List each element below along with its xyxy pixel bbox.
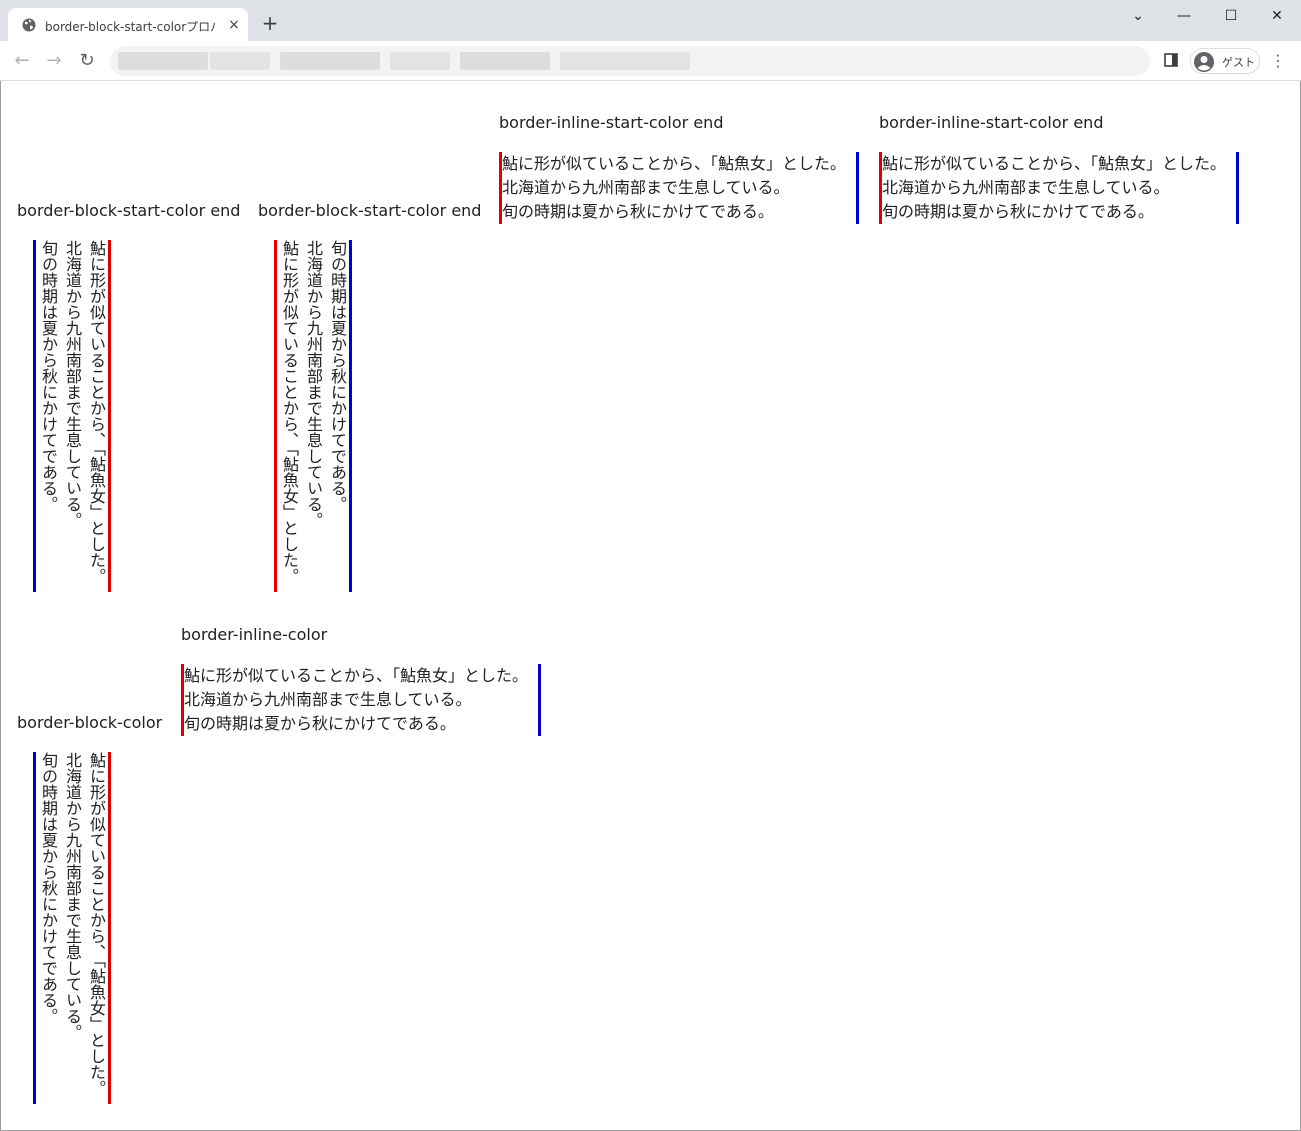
side-panel-icon[interactable]	[1164, 53, 1178, 67]
text-line: 北海道から九州南部まで生息している。	[304, 240, 323, 528]
kebab-menu-icon[interactable]: ⋮	[1270, 51, 1286, 71]
text-line: 鮎に形が似ていることから、「鮎魚女」とした。	[184, 666, 529, 685]
horizontal-text-box: 鮎に形が似ていることから、「鮎魚女」とした。 北海道から九州南部まで生息している…	[879, 152, 1239, 224]
new-tab-button[interactable]: +	[261, 13, 279, 33]
address-bar[interactable]	[110, 46, 1150, 76]
text-line: 鮎に形が似ていることから、「鮎魚女」とした。	[87, 752, 106, 1096]
globe-icon	[22, 18, 36, 32]
text-line: 旬の時期は夏から秋にかけてである。	[184, 714, 456, 733]
tab-search-icon[interactable]: ⌄	[1118, 4, 1158, 28]
text-line: 旬の時期は夏から秋にかけてである。	[502, 202, 774, 221]
vertical-text-box: 鮎に形が似ていることから、「鮎魚女」とした。 北海道から九州南部まで生息している…	[33, 240, 111, 592]
text-line: 旬の時期は夏から秋にかけてである。	[882, 202, 1154, 221]
tab-strip: border-block-start-colorプロパティ × + ⌄ — ☐ …	[0, 0, 1301, 41]
blurred-url-segment	[390, 52, 450, 70]
blurred-url-segment	[118, 52, 208, 70]
vertical-text-box: 鮎に形が似ていることから、「鮎魚女」とした。 北海道から九州南部まで生息している…	[33, 752, 111, 1104]
profile-button[interactable]: ゲスト	[1190, 48, 1260, 74]
forward-button[interactable]: →	[43, 50, 65, 72]
blurred-url-segment	[210, 52, 270, 70]
horizontal-text-box: 鮎に形が似ていることから、「鮎魚女」とした。 北海道から九州南部まで生息している…	[181, 664, 541, 736]
text-line: 北海道から九州南部まで生息している。	[502, 178, 790, 197]
example-heading: border-inline-start-color end	[499, 113, 724, 132]
tab-title: border-block-start-colorプロパティ	[45, 20, 217, 34]
minimize-button[interactable]: —	[1164, 4, 1204, 28]
vertical-text-box: 鮎に形が似ていることから、「鮎魚女」とした。 北海道から九州南部まで生息している…	[274, 240, 352, 592]
text-line: 旬の時期は夏から秋にかけてである。	[39, 240, 58, 512]
blurred-url-segment	[460, 52, 550, 70]
close-tab-icon[interactable]: ×	[226, 17, 242, 33]
text-line: 鮎に形が似ていることから、「鮎魚女」とした。	[280, 240, 299, 584]
example-heading: border-block-color	[17, 713, 163, 732]
text-line: 旬の時期は夏から秋にかけてである。	[39, 752, 58, 1024]
text-line: 北海道から九州南部まで生息している。	[63, 752, 82, 1040]
text-line: 鮎に形が似ていることから、「鮎魚女」とした。	[882, 154, 1227, 173]
example-heading: border-block-start-color end	[17, 201, 241, 220]
active-tab[interactable]: border-block-start-colorプロパティ ×	[8, 8, 248, 41]
text-line: 鮎に形が似ていることから、「鮎魚女」とした。	[87, 240, 106, 584]
example-heading: border-block-start-color end	[258, 201, 482, 220]
example-heading: border-inline-start-color end	[879, 113, 1104, 132]
browser-toolbar: ← → ↻ ゲスト ⋮	[0, 41, 1301, 81]
blurred-url-segment	[560, 52, 690, 70]
close-window-button[interactable]: ✕	[1257, 4, 1297, 28]
reload-button[interactable]: ↻	[76, 50, 98, 72]
avatar-icon	[1194, 52, 1214, 72]
text-line: 北海道から九州南部まで生息している。	[184, 690, 472, 709]
text-line: 鮎に形が似ていることから、「鮎魚女」とした。	[502, 154, 847, 173]
horizontal-text-box: 鮎に形が似ていることから、「鮎魚女」とした。 北海道から九州南部まで生息している…	[499, 152, 859, 224]
maximize-button[interactable]: ☐	[1211, 4, 1251, 28]
page-content: border-block-start-color end 鮎に形が似ていることか…	[0, 81, 1299, 1130]
blurred-url-segment	[280, 52, 380, 70]
example-heading: border-inline-color	[181, 625, 328, 644]
text-line: 北海道から九州南部まで生息している。	[63, 240, 82, 528]
back-button[interactable]: ←	[11, 50, 33, 72]
text-line: 旬の時期は夏から秋にかけてである。	[328, 240, 347, 512]
text-line: 北海道から九州南部まで生息している。	[882, 178, 1170, 197]
profile-label: ゲスト	[1222, 56, 1255, 69]
